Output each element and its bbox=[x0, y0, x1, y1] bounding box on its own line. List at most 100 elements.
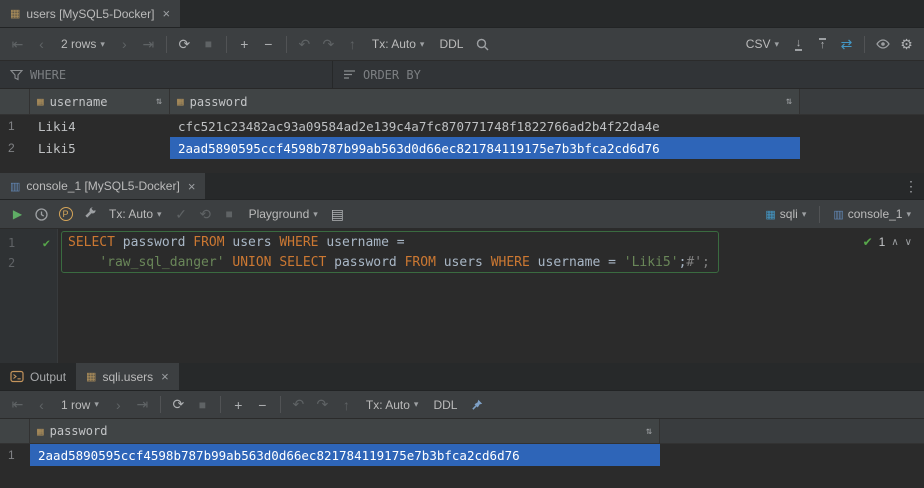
ddl-label: DDL bbox=[433, 398, 457, 412]
transpose-icon[interactable]: ⇄ bbox=[835, 33, 858, 55]
row-number[interactable]: 1 bbox=[0, 115, 30, 137]
next-occurrence-icon[interactable]: ∨ bbox=[905, 237, 912, 248]
refresh-icon[interactable]: ⟳ bbox=[167, 394, 190, 416]
session-label: console_1 bbox=[848, 207, 903, 221]
prev-page-icon[interactable]: ‹ bbox=[30, 33, 53, 55]
prev-occurrence-icon[interactable]: ∧ bbox=[891, 237, 898, 248]
redo-icon[interactable]: ↷ bbox=[317, 33, 340, 55]
corner-header-cell[interactable] bbox=[0, 419, 30, 443]
next-page-icon[interactable]: › bbox=[107, 394, 130, 416]
submit-icon[interactable]: ↑ bbox=[335, 394, 358, 416]
sql-line-1[interactable]: SELECT password FROM users WHERE usernam… bbox=[58, 233, 924, 253]
occurrences-widget[interactable]: ✔ 1 ∧ ∨ bbox=[863, 235, 912, 249]
export-data-icon[interactable]: ↓ bbox=[787, 33, 810, 55]
tab-console-1[interactable]: ▥ console_1 [MySQL5-Docker] × bbox=[0, 173, 205, 199]
export-format-selector[interactable]: CSV▾ bbox=[739, 33, 786, 55]
users-result-grid: ▦ username ⇅ ▦ password ⇅ 1 Liki4 cfc521… bbox=[0, 89, 924, 173]
more-options-kebab-icon[interactable]: ⋮ bbox=[898, 173, 924, 199]
sort-toggle-icon[interactable]: ⇅ bbox=[786, 96, 792, 107]
ddl-label: DDL bbox=[439, 37, 463, 51]
history-clock-icon[interactable] bbox=[30, 203, 53, 225]
stop-icon[interactable]: ■ bbox=[197, 33, 220, 55]
cell-password[interactable]: cfc521c23482ac93a09584ad2e139c4a7fc87077… bbox=[170, 115, 800, 137]
tab-console-label: console_1 [MySQL5-Docker] bbox=[26, 179, 179, 193]
add-row-icon[interactable]: + bbox=[233, 33, 256, 55]
cell-password-selected[interactable]: 2aad5890595ccf4598b787b99ab563d0d66ec821… bbox=[170, 137, 800, 159]
undo-icon[interactable]: ↶ bbox=[287, 394, 310, 416]
submit-icon[interactable]: ↑ bbox=[341, 33, 364, 55]
column-header-password[interactable]: ▦ password ⇅ bbox=[30, 419, 660, 443]
tx-mode-selector[interactable]: Tx: Auto▾ bbox=[359, 394, 426, 416]
schema-selector[interactable]: ▦sqli▾ bbox=[758, 203, 813, 225]
page-size-selector[interactable]: 2 rows▾ bbox=[54, 33, 112, 55]
undo-icon[interactable]: ↶ bbox=[293, 33, 316, 55]
playground-mode-selector[interactable]: Playground▾ bbox=[242, 203, 325, 225]
last-page-icon[interactable]: ⇥ bbox=[131, 394, 154, 416]
page-size-selector[interactable]: 1 row▾ bbox=[54, 394, 106, 416]
settings-gear-icon[interactable]: ⚙ bbox=[895, 33, 918, 55]
output-view-mode-icon[interactable]: ▤ bbox=[326, 203, 349, 225]
column-header-password[interactable]: ▦ password ⇅ bbox=[170, 89, 800, 114]
column-header-username[interactable]: ▦ username ⇅ bbox=[30, 89, 170, 114]
header-filler bbox=[660, 419, 924, 443]
sql-line-2[interactable]: 'raw_sql_danger' UNION SELECT password F… bbox=[58, 253, 924, 273]
corner-header-cell[interactable] bbox=[0, 89, 30, 114]
stop-icon[interactable]: ■ bbox=[218, 203, 241, 225]
order-by-input[interactable]: ORDER BY bbox=[333, 61, 924, 88]
cell-password-selected[interactable]: 2aad5890595ccf4598b787b99ab563d0d66ec821… bbox=[30, 444, 660, 466]
chevron-down-icon: ▾ bbox=[94, 399, 99, 410]
ddl-button[interactable]: DDL bbox=[426, 394, 464, 416]
row-number[interactable]: 2 bbox=[0, 137, 30, 159]
grid-header-row: ▦ password ⇅ bbox=[0, 419, 924, 444]
stop-icon[interactable]: ■ bbox=[191, 394, 214, 416]
ddl-button[interactable]: DDL bbox=[432, 33, 470, 55]
data-grid-toolbar: ⇤ ‹ 2 rows▾ › ⇥ ⟳ ■ + − ↶ ↷ ↑ Tx: Auto▾ … bbox=[0, 28, 924, 61]
close-icon[interactable]: × bbox=[188, 179, 196, 194]
rollback-icon[interactable]: ⟲ bbox=[194, 203, 217, 225]
redo-icon[interactable]: ↷ bbox=[311, 394, 334, 416]
close-icon[interactable]: × bbox=[162, 6, 170, 21]
import-data-icon[interactable]: ↑ bbox=[811, 33, 834, 55]
no-problems-check-icon: ✔ bbox=[863, 235, 873, 249]
wrench-settings-icon[interactable] bbox=[78, 203, 101, 225]
tx-mode-selector[interactable]: Tx: Auto▾ bbox=[365, 33, 432, 55]
pin-tab-icon[interactable] bbox=[465, 394, 488, 416]
delete-row-icon[interactable]: − bbox=[257, 33, 280, 55]
where-filter-input[interactable]: WHERE bbox=[0, 61, 332, 88]
commit-icon[interactable]: ✓ bbox=[170, 203, 193, 225]
first-page-icon[interactable]: ⇤ bbox=[6, 33, 29, 55]
tab-sqli-users-result[interactable]: ▦ sqli.users × bbox=[76, 363, 179, 390]
row-filler bbox=[800, 115, 924, 137]
view-options-eye-icon[interactable] bbox=[871, 33, 894, 55]
grid-empty-area bbox=[0, 466, 924, 488]
sort-toggle-icon[interactable]: ⇅ bbox=[646, 426, 652, 437]
search-icon[interactable] bbox=[471, 33, 494, 55]
filter-funnel-icon bbox=[10, 69, 23, 81]
cell-username[interactable]: Liki4 bbox=[30, 115, 170, 137]
chevron-down-icon: ▾ bbox=[414, 399, 419, 410]
row-number[interactable]: 1 bbox=[0, 444, 30, 466]
editor-code-area[interactable]: SELECT password FROM users WHERE usernam… bbox=[58, 229, 924, 363]
sort-toggle-icon[interactable]: ⇅ bbox=[156, 96, 162, 107]
prev-page-icon[interactable]: ‹ bbox=[30, 394, 53, 416]
add-row-icon[interactable]: + bbox=[227, 394, 250, 416]
console-tabbar: ▥ console_1 [MySQL5-Docker] × ⋮ bbox=[0, 173, 924, 200]
chevron-down-icon: ▾ bbox=[774, 39, 779, 50]
tx-mode-selector[interactable]: Tx: Auto▾ bbox=[102, 203, 169, 225]
close-icon[interactable]: × bbox=[161, 369, 169, 384]
playground-label: Playground bbox=[249, 207, 310, 221]
refresh-icon[interactable]: ⟳ bbox=[173, 33, 196, 55]
next-page-icon[interactable]: › bbox=[113, 33, 136, 55]
separator bbox=[864, 36, 865, 53]
last-page-icon[interactable]: ⇥ bbox=[137, 33, 160, 55]
execute-play-icon[interactable]: ▶ bbox=[6, 203, 29, 225]
profiler-icon[interactable]: P bbox=[54, 203, 77, 225]
sql-editor[interactable]: 1✔ 2 SELECT password FROM users WHERE us… bbox=[0, 229, 924, 363]
delete-row-icon[interactable]: − bbox=[251, 394, 274, 416]
session-selector[interactable]: ▥console_1▾ bbox=[826, 203, 918, 225]
first-page-icon[interactable]: ⇤ bbox=[6, 394, 29, 416]
cell-username[interactable]: Liki5 bbox=[30, 137, 170, 159]
tab-users-table[interactable]: ▦ users [MySQL5-Docker] × bbox=[0, 0, 180, 27]
tab-output[interactable]: Output bbox=[0, 363, 76, 390]
column-password-label: password bbox=[190, 95, 248, 109]
